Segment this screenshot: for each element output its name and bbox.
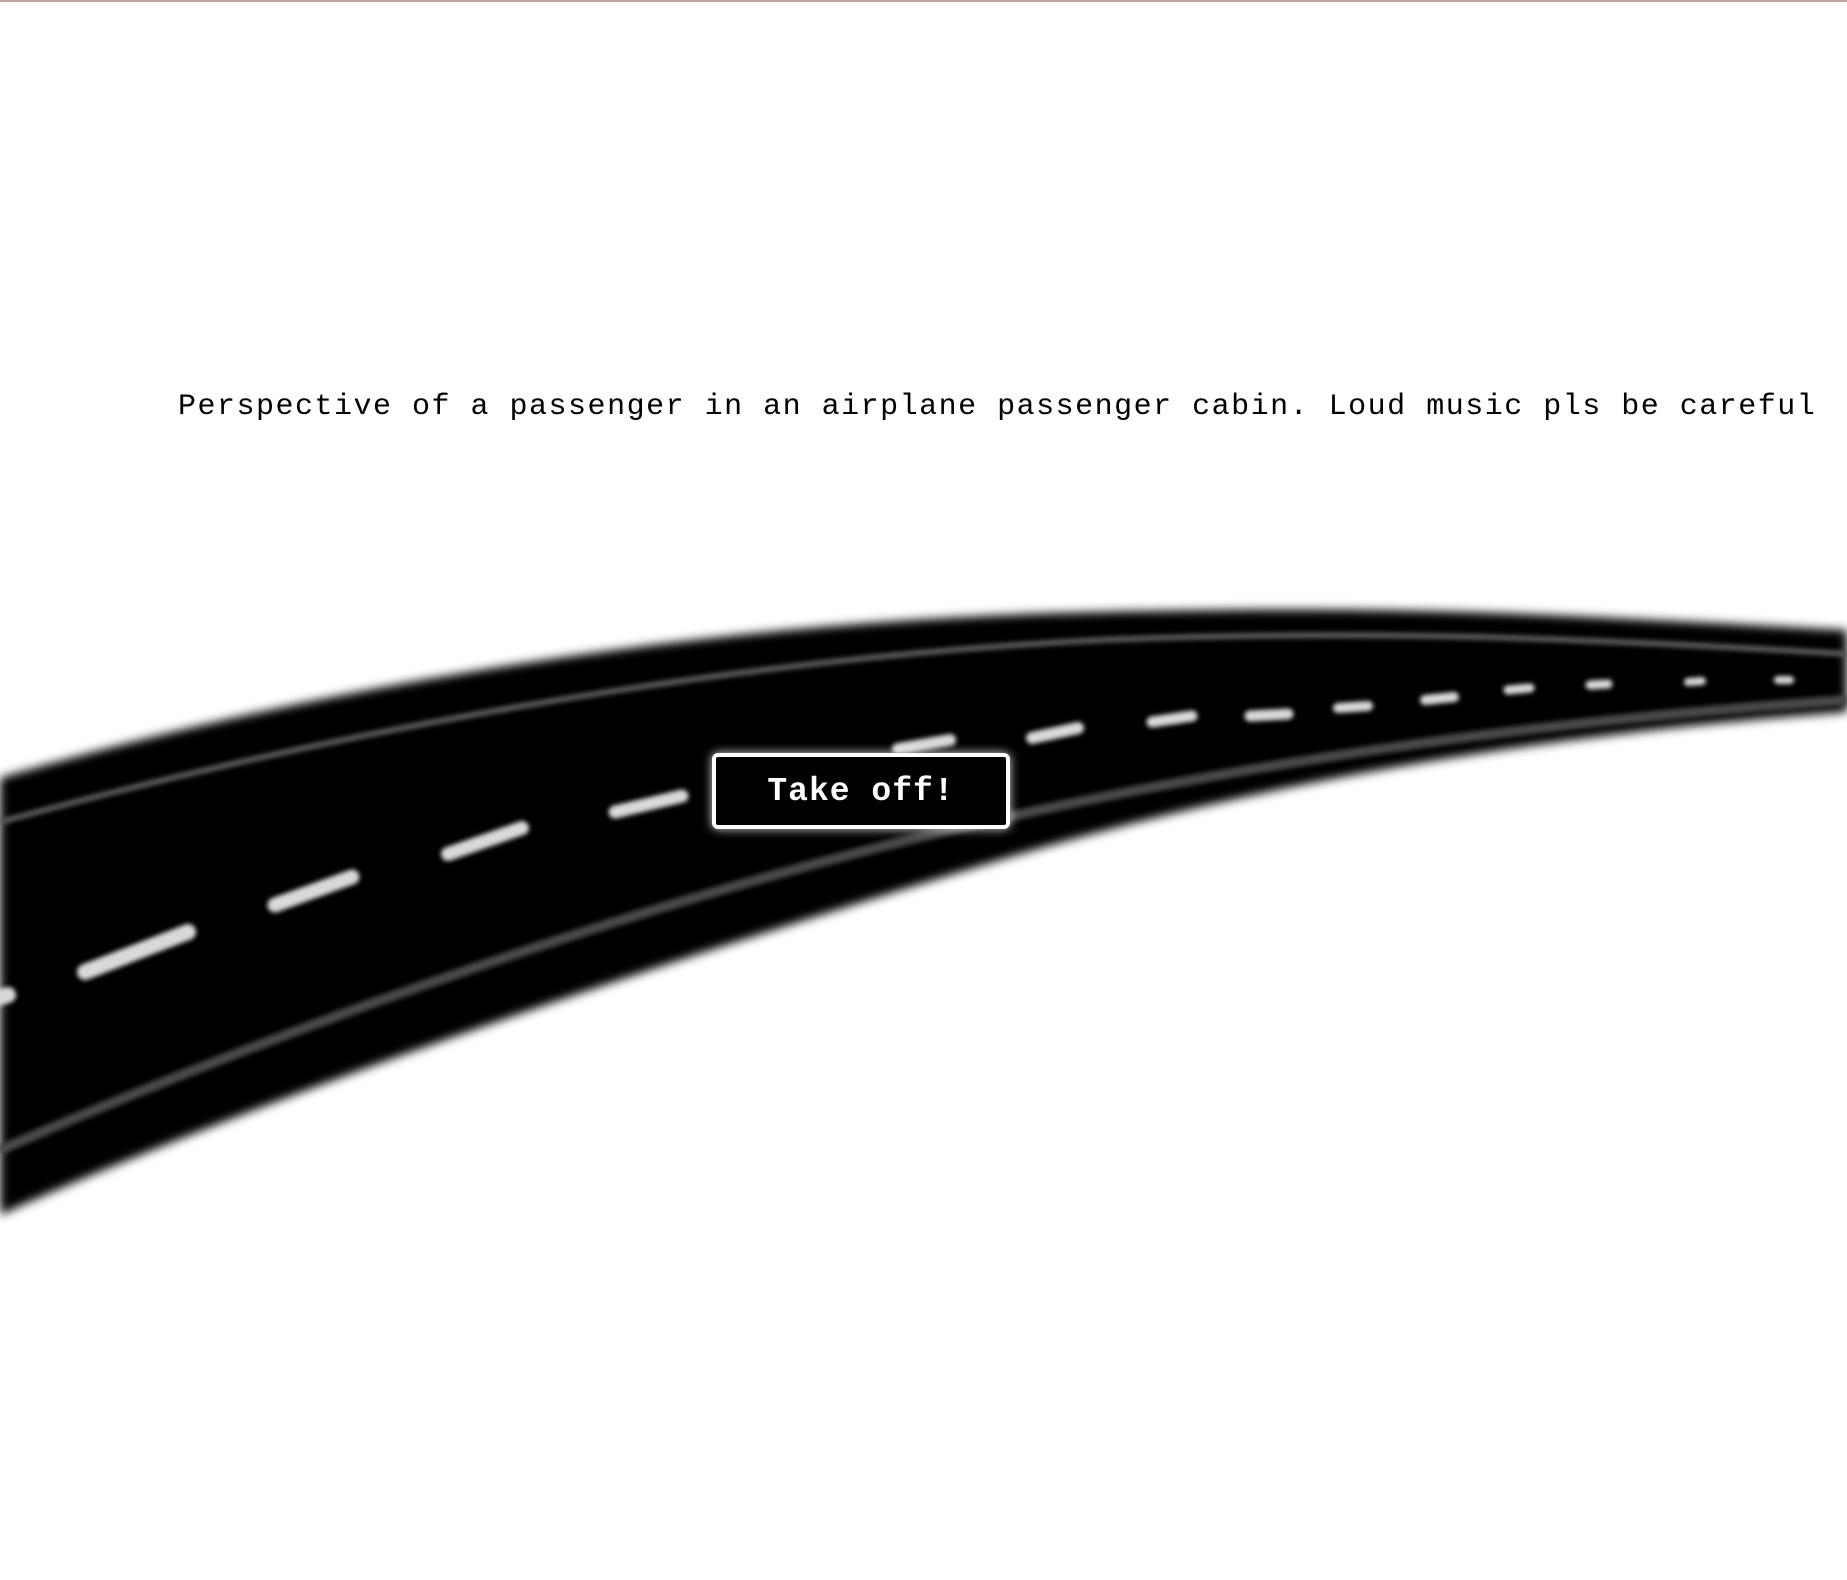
runway-dash	[1503, 683, 1535, 695]
runway-center-markings	[0, 676, 1794, 1006]
take-off-button[interactable]: Take off!	[712, 753, 1010, 829]
top-border-line	[0, 0, 1847, 2]
runway-dash	[267, 869, 360, 913]
runway-dash	[0, 987, 16, 1006]
runway-dash	[1585, 679, 1613, 690]
runway-dash	[1146, 710, 1198, 728]
runway-dash	[1684, 677, 1706, 686]
runway-dash	[77, 924, 196, 980]
runway-dash	[892, 734, 956, 755]
caption-text: Perspective of a passenger in an airplan…	[178, 390, 1817, 424]
runway-surface	[0, 609, 1847, 1215]
runway-dash	[1026, 722, 1084, 744]
runway-dash	[608, 789, 689, 819]
runway-dash	[1244, 708, 1294, 722]
runway-dash	[1333, 701, 1373, 713]
runway-dash	[1420, 692, 1459, 705]
runway-dash	[441, 821, 529, 861]
